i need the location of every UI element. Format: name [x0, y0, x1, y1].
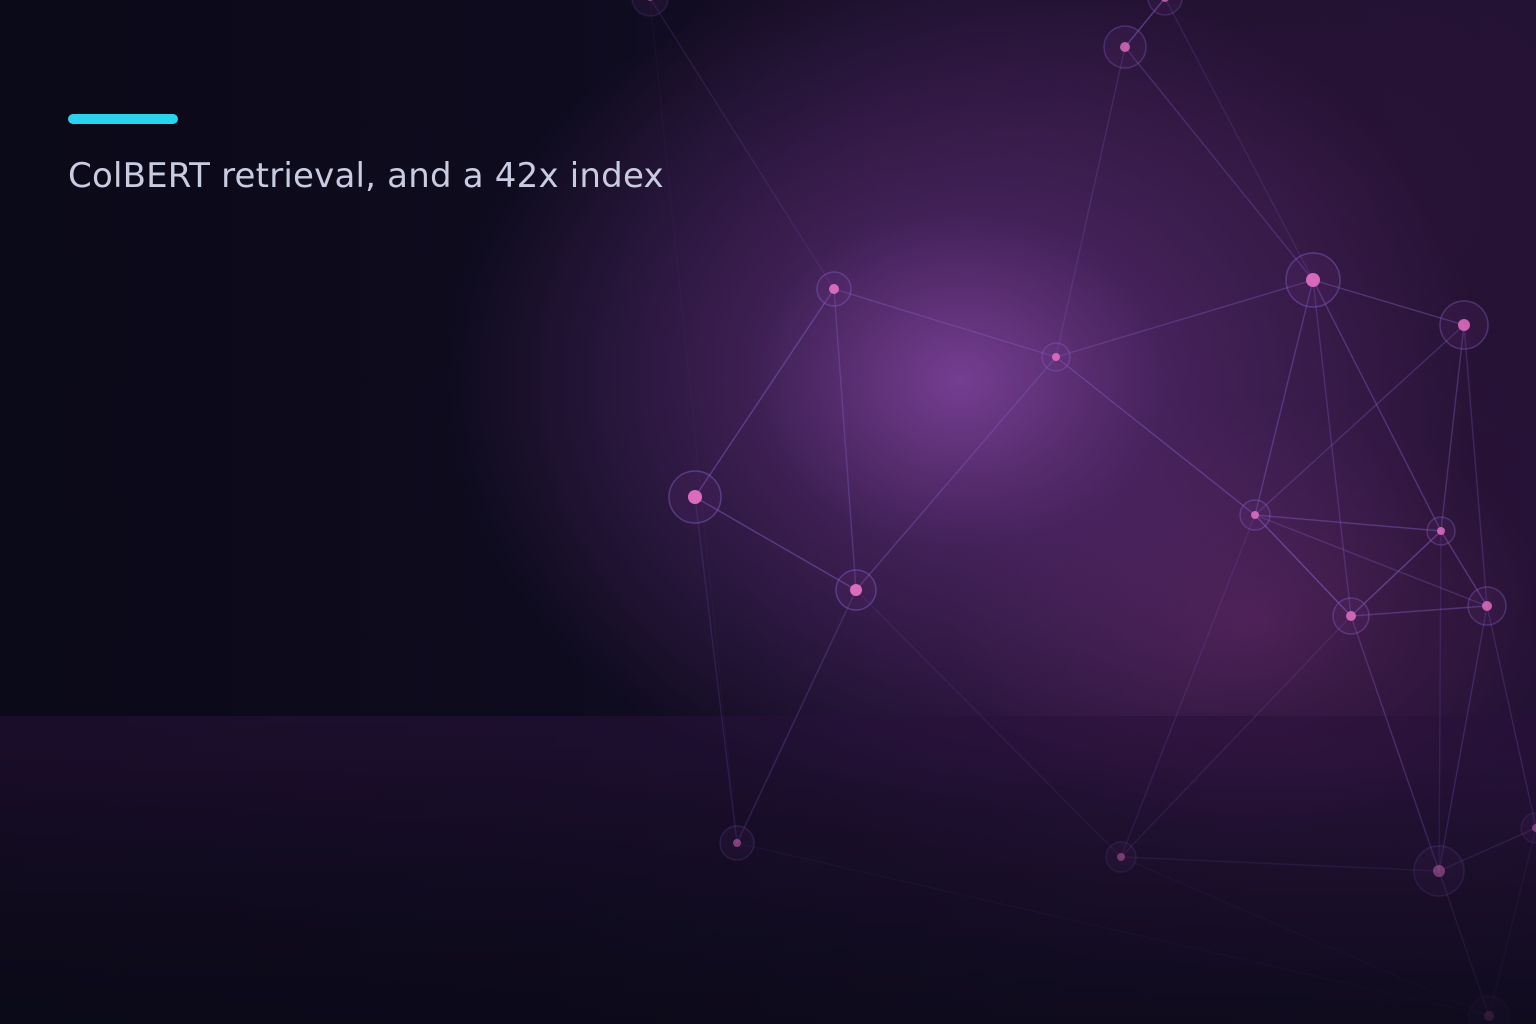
- network-edge: [1350, 605, 1488, 617]
- network-edge: [694, 288, 835, 498]
- network-node: [668, 470, 722, 524]
- network-node-dot: [1458, 319, 1470, 331]
- network-edge: [1055, 279, 1314, 358]
- network-node-dot: [688, 490, 702, 504]
- network-node-ring: [631, 0, 669, 17]
- network-edge: [1254, 514, 1442, 532]
- accent-bar: [68, 114, 178, 124]
- network-node-dot: [850, 584, 862, 596]
- network-node-dot: [1117, 853, 1125, 861]
- network-edge: [1312, 279, 1352, 617]
- network-node-dot: [1052, 353, 1060, 361]
- network-edge: [1488, 827, 1536, 1017]
- network-graphic: [631, 0, 1536, 1024]
- network-node-dot: [1346, 611, 1356, 621]
- network-node-dot: [1306, 273, 1320, 287]
- network-node: [1520, 812, 1536, 844]
- network-edge: [736, 589, 857, 844]
- network-edge: [1486, 605, 1536, 829]
- network-edge: [649, 0, 738, 844]
- network-node: [631, 0, 669, 17]
- network-node: [1041, 342, 1071, 372]
- network-node: [1426, 516, 1456, 546]
- network-edge: [855, 356, 1057, 591]
- network-node-dot: [733, 839, 741, 847]
- network-edge: [1165, 0, 1314, 281]
- network-edge: [1124, 46, 1314, 281]
- network-node-dot: [1433, 865, 1445, 877]
- network-node: [1467, 586, 1507, 626]
- network-edges: [649, 0, 1536, 1017]
- network-node: [1332, 597, 1370, 635]
- network-edge: [833, 288, 1057, 358]
- network-node: [1103, 25, 1147, 69]
- network-edge: [833, 288, 857, 591]
- network-edge: [1463, 324, 1488, 607]
- network-node: [719, 825, 755, 861]
- network-edge: [650, 0, 835, 290]
- network-node-dot: [1482, 601, 1492, 611]
- network-node: [1413, 845, 1465, 897]
- slide: ColBERT retrieval, and a 42x index: [0, 0, 1536, 1024]
- network-edge: [1254, 324, 1465, 516]
- network-edge: [1055, 46, 1126, 358]
- network-edge: [855, 589, 1122, 858]
- network-node-dot: [1120, 42, 1130, 52]
- network-node: [1439, 300, 1489, 350]
- network-edge: [1440, 324, 1465, 532]
- network-edge: [1438, 530, 1442, 872]
- network-node: [1105, 841, 1137, 873]
- network-edge: [1438, 605, 1488, 872]
- network-node-dot: [1437, 527, 1445, 535]
- network-node-dot: [1251, 511, 1259, 519]
- network-node-dot: [829, 284, 839, 294]
- network-edge: [1120, 856, 1440, 872]
- network-nodes: [631, 0, 1536, 1024]
- headline: ColBERT retrieval, and a 42x index: [68, 156, 664, 196]
- network-node: [1239, 499, 1271, 531]
- network-edge: [694, 496, 857, 591]
- network-edge: [1055, 356, 1256, 516]
- network-node: [1285, 252, 1341, 308]
- network-node: [835, 569, 877, 611]
- network-edge: [1350, 615, 1490, 1017]
- network-edge: [1312, 279, 1442, 532]
- network-edge: [694, 496, 738, 844]
- network-node: [1468, 995, 1510, 1024]
- network-node-dot: [1484, 1011, 1494, 1021]
- network-edge: [1254, 514, 1352, 617]
- network-node: [816, 271, 852, 307]
- network-edge: [1120, 615, 1352, 858]
- network-edge: [1120, 514, 1256, 858]
- network-edge: [1254, 279, 1314, 516]
